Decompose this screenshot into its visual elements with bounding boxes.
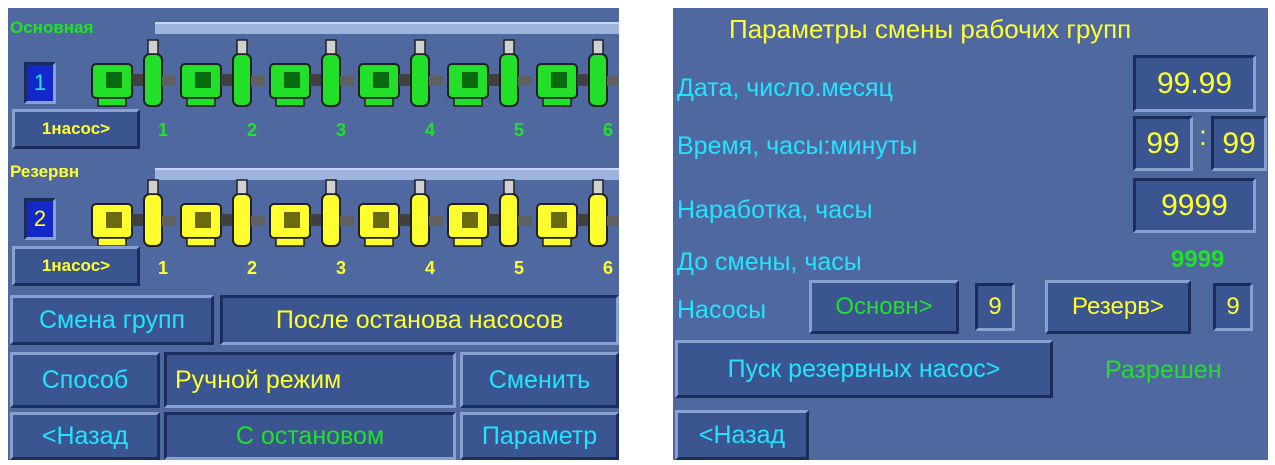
main-pump-number-4: 4 (425, 120, 436, 140)
reserve-pump-select-button[interactable]: 1насос> (12, 246, 140, 286)
change-groups-button[interactable]: Смена групп (10, 295, 214, 345)
time-hours-field[interactable]: 99 (1133, 116, 1193, 171)
reserve-pump-icon-2 (180, 179, 265, 247)
main-pump-number-3: 3 (336, 120, 347, 140)
main-pump-number-5: 5 (514, 120, 525, 140)
main-pump-select-button[interactable]: 1насос> (12, 109, 140, 149)
main-pump-number-2: 2 (247, 120, 258, 140)
time-label: Время, часы:минуты (677, 132, 918, 160)
back-button[interactable]: <Назад (10, 412, 160, 460)
reserve-pump-icon-5 (447, 179, 532, 247)
change-button[interactable]: Сменить (460, 352, 619, 408)
main-group-pumps-button[interactable]: Основн> (809, 280, 959, 334)
reserve-pump-number-6: 6 (603, 258, 614, 278)
change-groups-mode-value: После останова насосов (220, 295, 619, 345)
reserve-pump-number-4: 4 (425, 258, 436, 278)
time-separator: : (1199, 120, 1207, 151)
date-field[interactable]: 99.99 (1133, 55, 1256, 112)
date-label: Дата, число.месяц (677, 74, 893, 102)
main-group-header-pipe (155, 22, 619, 34)
until-change-value: 9999 (1171, 246, 1225, 273)
reserve-group-number[interactable]: 2 (24, 198, 56, 240)
main-group-label: Основная (10, 18, 94, 37)
runtime-label: Наработка, часы (677, 196, 873, 224)
parameters-button[interactable]: Параметр (460, 412, 619, 460)
main-group-number[interactable]: 1 (24, 62, 56, 104)
main-pump-row (91, 39, 619, 107)
until-change-label: До смены, часы (677, 248, 862, 276)
reserve-pump-number-5: 5 (514, 258, 525, 278)
main-pump-icon-4 (358, 39, 443, 107)
reserve-pump-number-3: 3 (336, 258, 347, 278)
group-change-parameters-panel: Параметры смены рабочих групп Дата, числ… (673, 8, 1268, 460)
reserve-pumps-count[interactable]: 9 (1213, 283, 1253, 331)
reserve-pump-icon-3 (269, 179, 354, 247)
main-pump-number-1: 1 (158, 120, 169, 140)
main-pump-icon-5 (447, 39, 532, 107)
start-reserve-pumps-button[interactable]: Пуск резервных насос> (675, 340, 1053, 398)
time-minutes-field[interactable]: 99 (1211, 116, 1267, 171)
main-pump-number-6: 6 (603, 120, 614, 140)
method-value: Ручной режим (164, 352, 456, 408)
right-back-button[interactable]: <Назад (675, 410, 809, 460)
stop-mode-value: С остановом (164, 412, 456, 460)
reserve-pump-icon-1 (91, 179, 176, 247)
main-pump-icon-3 (269, 39, 354, 107)
start-reserve-status: Разрешен (1105, 356, 1222, 384)
reserve-pump-icon-6 (536, 179, 619, 247)
reserve-group-pumps-button[interactable]: Резерв> (1045, 280, 1191, 334)
runtime-field[interactable]: 9999 (1133, 178, 1256, 233)
page-title: Параметры смены рабочих групп (729, 14, 1132, 44)
main-pump-icon-6 (536, 39, 619, 107)
main-pump-icon-2 (180, 39, 265, 107)
main-pumps-count[interactable]: 9 (975, 283, 1015, 331)
reserve-pump-icon-4 (358, 179, 443, 247)
method-button[interactable]: Способ (10, 352, 160, 408)
pumps-label: Насосы (677, 296, 767, 324)
reserve-group-label: Резервн (10, 162, 80, 181)
reserve-pump-row (91, 179, 619, 247)
reserve-pump-number-2: 2 (247, 258, 258, 278)
reserve-pump-number-1: 1 (158, 258, 169, 278)
main-pump-icon-1 (91, 39, 176, 107)
group-overview-panel: Основная 1 1насос> 1 2 3 4 5 6 Резервн 2 1нас… (8, 8, 619, 460)
